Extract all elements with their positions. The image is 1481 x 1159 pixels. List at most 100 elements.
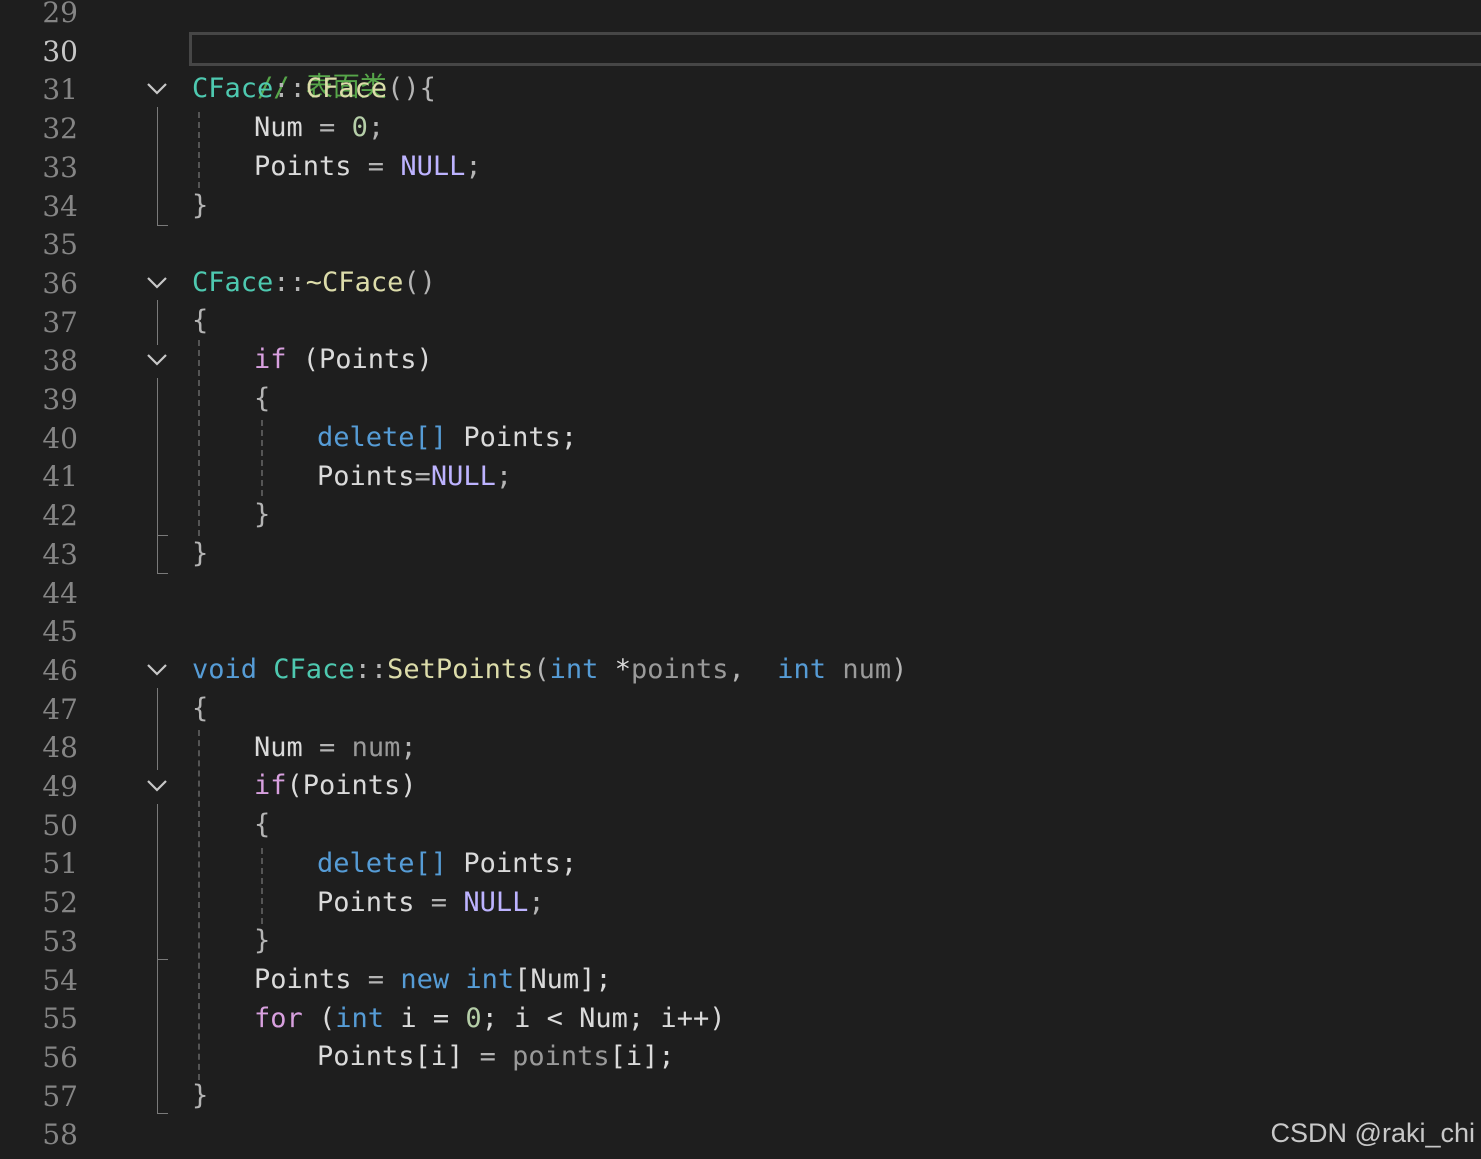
function-name: SetPoints	[387, 654, 534, 685]
code-line-54[interactable]: Points = new int[Num];	[254, 961, 612, 999]
code-editor[interactable]: 29 30 31 32 33 34 35 36 37 38 39 40 41 42 43 44 45 46 47 48…	[0, 0, 1481, 1159]
code-line-41[interactable]: Points=NULL;	[317, 458, 512, 496]
type: int	[335, 1003, 385, 1034]
code-line-38[interactable]: if (Points)	[254, 341, 433, 379]
code-line-40[interactable]: delete[] Points;	[317, 419, 577, 457]
code-line-48[interactable]: Num = num;	[254, 729, 417, 767]
code-line-57[interactable]: }	[192, 1077, 208, 1115]
code-line-43[interactable]: }	[192, 535, 208, 573]
keyword: new	[400, 964, 450, 995]
fold-toggle-line-36[interactable]	[146, 264, 168, 302]
line-number: 31	[42, 73, 78, 107]
line-number: 45	[42, 615, 78, 649]
code-line-36[interactable]: CFace::~CFace()	[192, 264, 436, 302]
operator: =	[302, 732, 352, 763]
expression: Points;	[447, 848, 578, 879]
operator: =	[351, 964, 401, 995]
brackets: []	[414, 422, 448, 453]
brackets: []	[414, 848, 448, 879]
line-number: 48	[42, 731, 78, 765]
code-line-37[interactable]: {	[192, 302, 208, 340]
punctuation: (){	[387, 73, 436, 104]
code-line-47[interactable]: {	[192, 690, 208, 728]
expression: (Points)	[286, 344, 433, 375]
macro: NULL	[400, 151, 466, 182]
fold-rail	[157, 300, 158, 345]
chevron-down-icon	[147, 354, 167, 366]
brace: }	[192, 538, 209, 569]
code-line-34[interactable]: }	[192, 187, 208, 225]
punctuation: ;	[495, 461, 513, 492]
line-number: 55	[42, 1002, 78, 1036]
parameter: points	[630, 654, 729, 685]
fold-toggle-line-31[interactable]	[146, 70, 168, 108]
member: Points	[317, 461, 415, 492]
brace: }	[192, 190, 209, 221]
number: 0	[351, 112, 368, 143]
operator: *	[598, 654, 631, 685]
line-number: 56	[42, 1040, 78, 1074]
fold-toggle-line-46[interactable]	[146, 651, 168, 689]
code-line-49[interactable]: if(Points)	[254, 767, 417, 805]
expression: [i]	[414, 1041, 464, 1072]
line-number: 58	[42, 1118, 78, 1152]
brace: }	[192, 1080, 209, 1111]
line-number: 42	[42, 499, 78, 533]
code-line-31[interactable]: CFace::CFace(){	[192, 70, 436, 108]
line-number: 54	[42, 963, 78, 997]
parameter: num	[351, 732, 401, 763]
code-line-50[interactable]: {	[254, 806, 270, 844]
code-line-51[interactable]: delete[] Points;	[317, 845, 577, 883]
keyword: delete	[317, 422, 415, 453]
scope-operator: ::	[354, 654, 388, 685]
line-number: 41	[42, 460, 78, 494]
line-number: 53	[42, 924, 78, 958]
fold-rail	[157, 107, 158, 225]
indent-guide	[261, 848, 263, 924]
expression: (Points)	[286, 770, 417, 801]
fold-end	[157, 1113, 168, 1114]
code-line-42[interactable]: }	[254, 496, 270, 534]
line-number: 44	[42, 576, 78, 610]
type: int	[777, 654, 827, 685]
punctuation: ;	[367, 112, 385, 143]
code-line-33[interactable]: Points = NULL;	[254, 148, 482, 186]
fold-rail	[157, 688, 158, 770]
scope-operator: ::	[273, 267, 306, 298]
type: int	[549, 654, 599, 685]
code-line-53[interactable]: }	[254, 922, 270, 960]
brace: {	[254, 383, 271, 414]
function-name: ~CFace	[305, 267, 404, 298]
line-number: 35	[42, 228, 78, 262]
fold-toggle-line-49[interactable]	[146, 767, 168, 805]
code-line-56[interactable]: Points[i] = points[i];	[317, 1038, 675, 1076]
code-line-30[interactable]: // 表面类	[192, 31, 387, 103]
expression: [Num];	[514, 964, 612, 995]
punctuation: ()	[403, 267, 436, 298]
fold-toggle-line-38[interactable]	[146, 341, 168, 379]
member: Num	[254, 112, 303, 143]
indent-guide	[198, 730, 200, 1080]
brace: {	[192, 305, 209, 336]
fold-rail	[157, 535, 158, 573]
line-number: 38	[42, 344, 78, 378]
line-number: 43	[42, 537, 78, 571]
code-line-46[interactable]: void CFace::SetPoints(int *points, int n…	[192, 651, 907, 689]
code-line-39[interactable]: {	[254, 380, 270, 418]
fold-rail	[157, 378, 158, 535]
code-line-55[interactable]: for (int i = 0; i < Num; i++)	[254, 1000, 725, 1038]
line-number: 32	[42, 112, 78, 146]
line-number: 34	[42, 189, 78, 223]
line-number: 52	[42, 886, 78, 920]
line-number: 57	[42, 1079, 78, 1113]
punctuation: ;	[400, 732, 417, 763]
operator: =	[463, 1041, 513, 1072]
member: Points	[254, 151, 352, 182]
member: Points	[317, 887, 415, 918]
code-line-52[interactable]: Points = NULL;	[317, 884, 545, 922]
chevron-down-icon	[147, 277, 167, 289]
expression: Points;	[447, 422, 578, 453]
punctuation: ;	[528, 887, 545, 918]
keyword: delete	[317, 848, 415, 879]
code-line-32[interactable]: Num = 0;	[254, 109, 384, 147]
